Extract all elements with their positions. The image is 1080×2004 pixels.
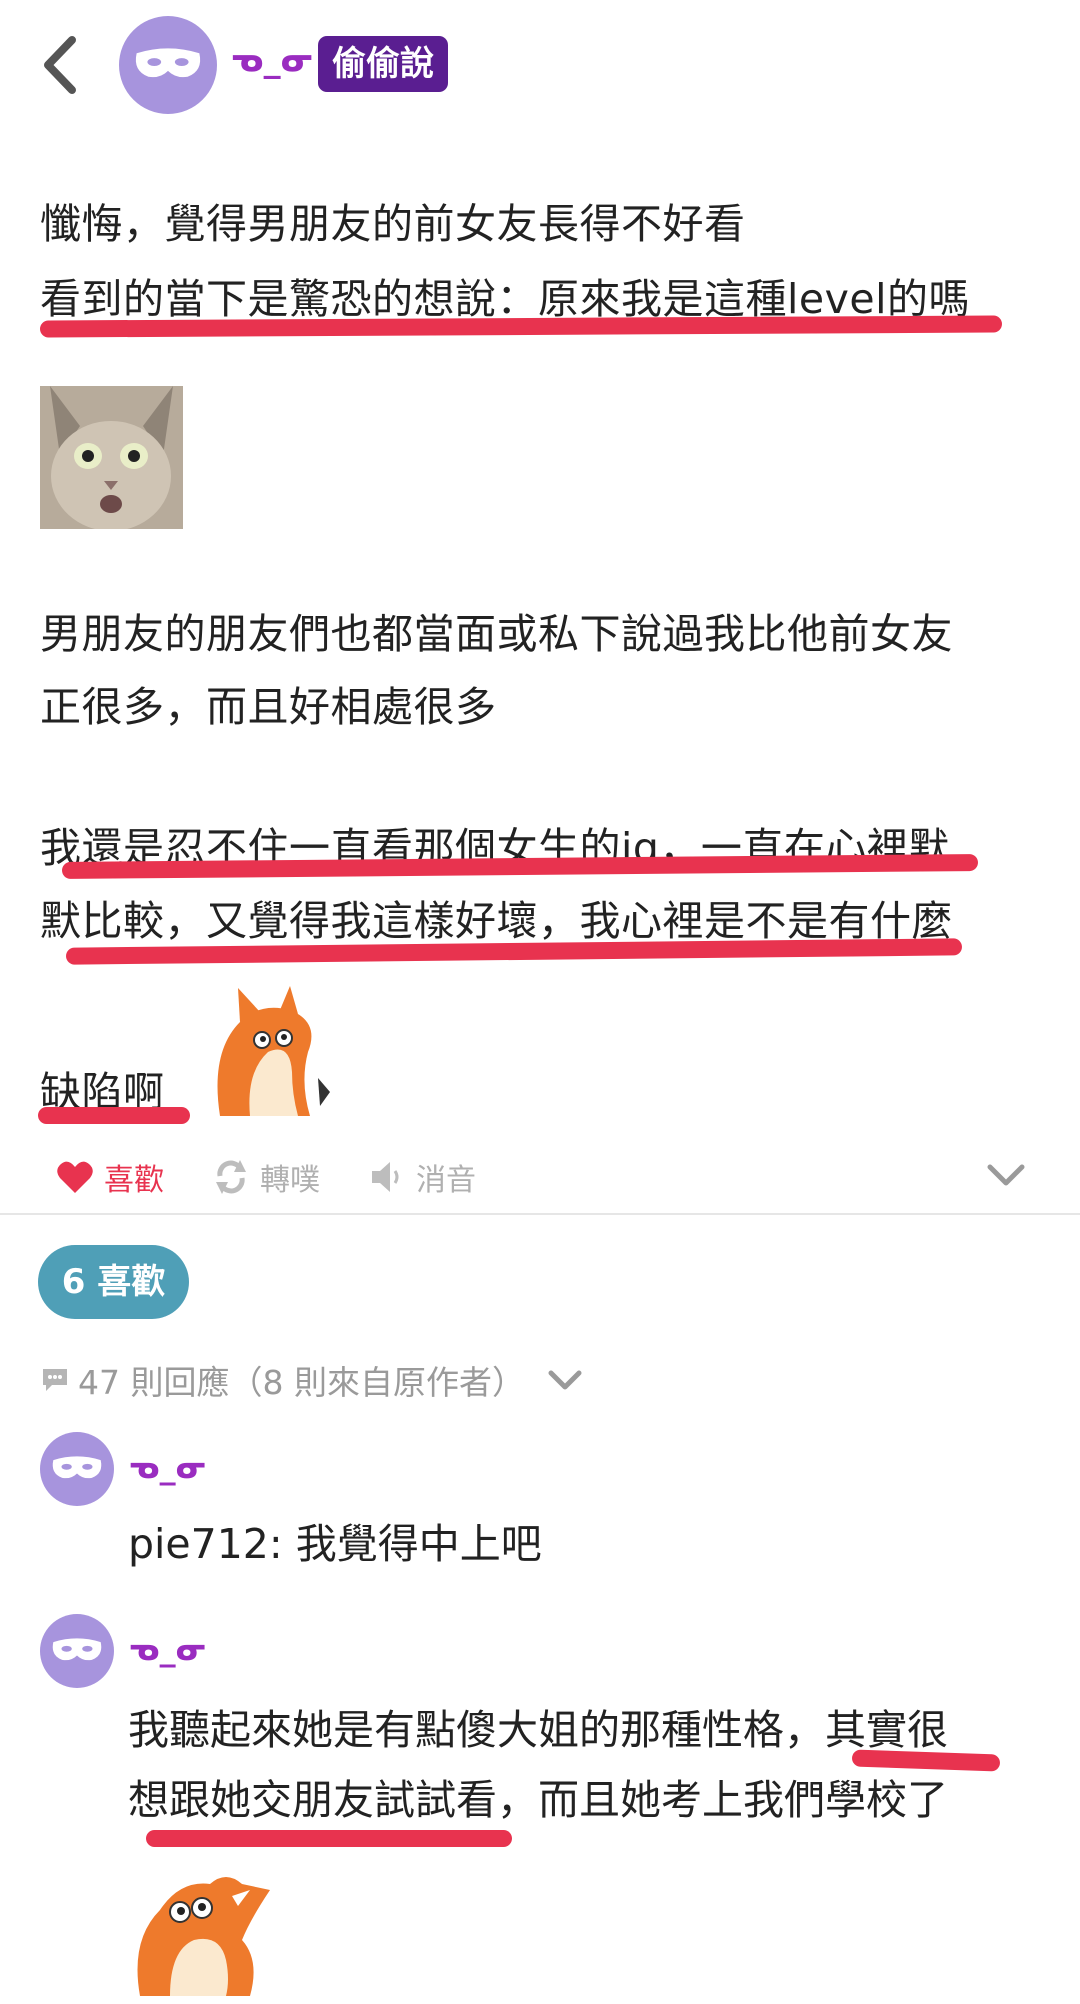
repost-button[interactable]: 轉噗: [212, 1155, 320, 1199]
reply-author-name[interactable]: ᓀ_ᓂ: [128, 1630, 207, 1668]
post-line-6: 默比較，又覺得我這樣好壞，我心裡是不是有什麼: [40, 897, 953, 945]
chevron-down-icon: [987, 1164, 1025, 1186]
fox-sticker-icon: [217, 986, 330, 1116]
mute-button[interactable]: 消音: [368, 1155, 476, 1199]
mask-icon: [135, 48, 201, 78]
reply-text: pie712: 我覺得中上吧: [128, 1520, 542, 1568]
mute-label: 消音: [416, 1163, 476, 1198]
chevron-down-icon: [548, 1370, 582, 1390]
fox-sticker[interactable]: [180, 982, 330, 1116]
divider: [0, 1213, 1080, 1215]
post-line-3: 男朋友的朋友們也都當面或私下說過我比他前女友: [40, 610, 953, 658]
reply-avatar[interactable]: [40, 1614, 114, 1688]
fox-sticker[interactable]: [130, 1850, 276, 1996]
speech-bubble-icon: [43, 1369, 67, 1391]
red-underline: [146, 1830, 512, 1847]
fox-sticker-icon: [137, 1877, 270, 1996]
mask-icon: [52, 1638, 102, 1661]
red-underline: [39, 315, 1003, 338]
category-badge: 偷偷說: [318, 36, 448, 92]
likes-count-button[interactable]: 6 喜歡: [38, 1245, 189, 1319]
reply-count-label: 47 則回應（8 則來自原作者）: [78, 1363, 525, 1402]
author-name[interactable]: ᓀ_ᓂ: [230, 40, 314, 80]
reply-avatar[interactable]: [40, 1432, 114, 1506]
reply-count-toggle[interactable]: 47 則回應（8 則來自原作者）: [40, 1356, 583, 1404]
mask-icon: [52, 1456, 102, 1479]
like-button[interactable]: 喜歡: [56, 1155, 164, 1199]
reply-text-line-2: 想跟她交朋友試試看，而且她考上我們學校了: [128, 1776, 948, 1824]
author-avatar[interactable]: [119, 16, 217, 114]
heart-icon: [57, 1161, 93, 1193]
speaker-mute-icon: [372, 1162, 399, 1192]
more-options-button[interactable]: [986, 1161, 1026, 1193]
post-line-1: 懺悔，覺得男朋友的前女友長得不好看: [40, 200, 746, 248]
cat-image[interactable]: [40, 386, 183, 529]
post-line-4: 正很多，而且好相處很多: [40, 683, 497, 731]
reply-author-name[interactable]: ᓀ_ᓂ: [128, 1448, 207, 1486]
cat-face-icon: [40, 386, 183, 529]
red-underline: [38, 1107, 190, 1124]
repost-label: 轉噗: [260, 1163, 320, 1198]
repost-icon: [216, 1160, 246, 1194]
like-label: 喜歡: [104, 1163, 164, 1198]
back-button[interactable]: [36, 30, 86, 100]
chevron-left-icon: [44, 36, 76, 94]
reply-text-line-1: 我聽起來她是有點傻大姐的那種性格，其實很: [128, 1706, 948, 1754]
